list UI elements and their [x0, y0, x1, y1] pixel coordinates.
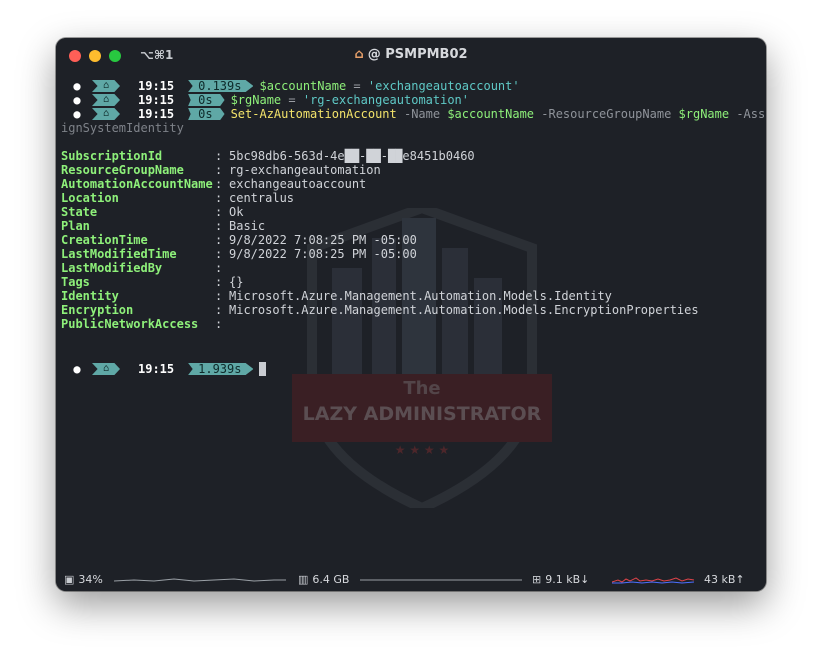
command-text: $accountName = 'exchangeautoaccount': [259, 79, 520, 93]
cpu-icon: ▣: [64, 573, 75, 586]
property-separator: :: [215, 149, 223, 163]
status-bar: ▣ 34% ▥ 6.4 GB ⊞ 9.1 kB↓ 43 kB↑: [56, 567, 766, 591]
duration-segment: 0.139s: [188, 80, 254, 92]
property-name: Plan: [61, 219, 90, 233]
cpu-value: 34%: [78, 573, 103, 586]
prompt-line-current[interactable]: ● ⌂ 19:15 1.939s: [70, 362, 267, 376]
command-text: Set-AzAutomationAccount -Name $accountNa…: [230, 107, 766, 121]
memory-icon: ▥: [298, 573, 309, 586]
watermark-stars: ★ ★ ★ ★: [395, 443, 449, 457]
network-down-status: ⊞ 9.1 kB↓: [532, 573, 589, 586]
property-separator: :: [215, 289, 223, 303]
home-segment-icon: ⌂: [92, 363, 120, 375]
prompt-time: 19:15: [138, 107, 175, 121]
home-segment-icon: ⌂: [92, 108, 120, 120]
prompt-line-2: ● ⌂ 19:15 0s $rgName = 'rg-exchangeautom…: [70, 93, 469, 107]
memory-status: ▥ 6.4 GB: [298, 573, 349, 586]
property-name: Identity: [61, 289, 119, 303]
prompt-line-1: ● ⌂ 19:15 0.139s $accountName = 'exchang…: [70, 79, 520, 93]
property-value: 9/8/2022 7:08:25 PM -05:00: [229, 233, 417, 247]
wrapped-command-continuation: ignSystemIdentity: [61, 121, 184, 135]
property-separator: :: [215, 163, 223, 177]
prompt-time: 19:15: [138, 362, 175, 376]
house-icon: ⌂: [354, 47, 364, 62]
prompt-time: 19:15: [138, 79, 175, 93]
network-sparkline: [612, 577, 694, 584]
apple-icon: ●: [73, 107, 81, 121]
network-up-status: 43 kB↑: [704, 573, 745, 586]
command-text: $rgName = 'rg-exchangeautomation': [230, 93, 470, 107]
watermark-title: LAZY ADMINISTRATOR: [303, 403, 542, 425]
watermark-the: The: [403, 378, 440, 399]
property-separator: :: [215, 261, 223, 275]
apple-icon: ●: [73, 79, 81, 93]
property-name: Location: [61, 191, 119, 205]
property-name: Encryption: [61, 303, 134, 317]
property-separator: :: [215, 205, 223, 219]
property-value: Microsoft.Azure.Management.Automation.Mo…: [229, 303, 699, 317]
property-name: PublicNetworkAccess: [61, 317, 199, 331]
terminal-window: ⌥⌘1 ⌂ @ PSMPMB02 The LAZY ADMINISTRATOR ★…: [56, 38, 766, 591]
property-value: Basic: [229, 219, 266, 233]
memory-value: 6.4 GB: [312, 573, 350, 586]
window-title: ⌂ @ PSMPMB02: [56, 47, 766, 62]
property-value: Ok: [229, 205, 244, 219]
memory-sparkline: [360, 579, 522, 581]
property-separator: :: [215, 317, 223, 331]
property-separator: :: [215, 275, 223, 289]
property-value: 9/8/2022 7:08:25 PM -05:00: [229, 247, 417, 261]
home-segment-icon: ⌂: [92, 94, 120, 106]
property-name: LastModifiedBy: [61, 261, 163, 275]
property-name: AutomationAccountName: [61, 177, 213, 191]
network-down-value: 9.1 kB↓: [545, 573, 590, 586]
network-icon: ⊞: [532, 573, 542, 586]
text-cursor[interactable]: [259, 362, 267, 376]
property-name: CreationTime: [61, 233, 148, 247]
property-separator: :: [215, 247, 223, 261]
prompt-time: 19:15: [138, 93, 175, 107]
apple-icon: ●: [73, 362, 81, 376]
property-separator: :: [215, 177, 223, 191]
duration-segment: 1.939s: [188, 363, 254, 375]
property-value: Microsoft.Azure.Management.Automation.Mo…: [229, 289, 612, 303]
home-segment-icon: ⌂: [92, 80, 120, 92]
terminal-content[interactable]: The LAZY ADMINISTRATOR ★ ★ ★ ★ ● ⌂ 19:15…: [56, 72, 766, 567]
property-value: {}: [229, 275, 244, 289]
property-value: rg-exchangeautomation: [229, 163, 381, 177]
title-bar: ⌥⌘1 ⌂ @ PSMPMB02: [56, 38, 766, 72]
apple-icon: ●: [73, 93, 81, 107]
cpu-status: ▣ 34%: [64, 573, 103, 586]
property-name: State: [61, 205, 98, 219]
property-separator: :: [215, 219, 223, 233]
cpu-sparkline: [114, 578, 286, 582]
network-up-value: 43 kB↑: [704, 573, 745, 586]
property-name: ResourceGroupName: [61, 163, 184, 177]
property-value: 5bc98db6-563d-4e██-██-██e8451b0460: [229, 149, 475, 163]
window-title-text: @ PSMPMB02: [367, 47, 468, 62]
duration-segment: 0s: [188, 108, 225, 120]
property-name: SubscriptionId: [61, 149, 163, 163]
property-value: centralus: [229, 191, 295, 205]
property-separator: :: [215, 303, 223, 317]
prompt-line-3: ● ⌂ 19:15 0s Set-AzAutomationAccount -Na…: [70, 107, 765, 121]
duration-segment: 0s: [188, 94, 225, 106]
property-separator: :: [215, 191, 223, 205]
property-name: LastModifiedTime: [61, 247, 177, 261]
property-separator: :: [215, 233, 223, 247]
property-name: Tags: [61, 275, 90, 289]
property-value: exchangeautoaccount: [229, 177, 367, 191]
